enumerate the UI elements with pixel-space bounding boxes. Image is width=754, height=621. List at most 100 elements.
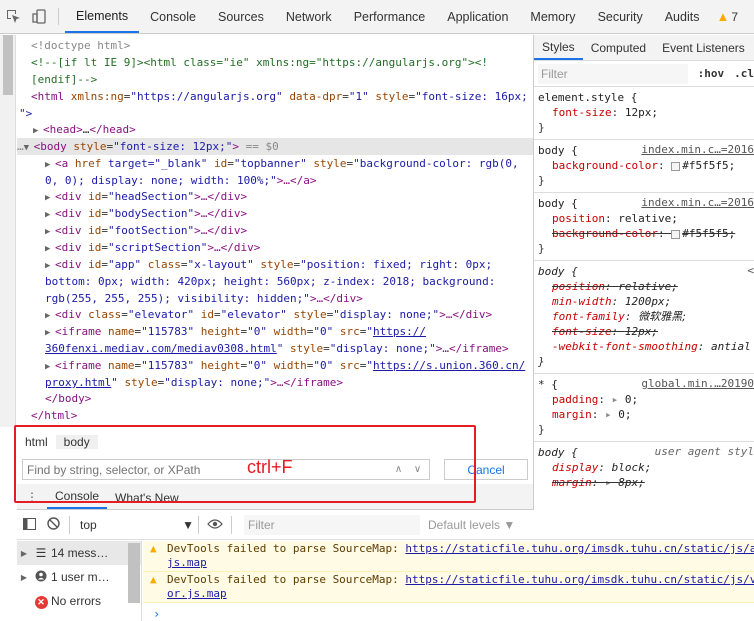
device-toolbar-icon[interactable] [26,0,52,33]
src-link[interactable]: https:// [373,325,426,338]
dom-line-footsection[interactable]: ▶ <div id="footSection">…</div> [45,222,533,239]
console-warning-message[interactable]: ▲ DevTools failed to parse SourceMap: ht… [143,541,754,572]
rule-source-link[interactable]: index.min.c…=2016 [641,196,754,209]
dom-line-head[interactable]: ▶ <head>…</head> [33,121,533,138]
tab-sources[interactable]: Sources [207,0,275,33]
src-link[interactable]: proxy.html [45,376,111,389]
sidebar-toggle-icon[interactable] [17,517,41,533]
message-link[interactable]: js.map [167,556,207,569]
console-warning-message[interactable]: ▲ DevTools failed to parse SourceMap: ht… [143,572,754,603]
breadcrumb-body[interactable]: body [55,435,98,449]
dom-line-body-selected[interactable]: …▼ <body style="font-size: 12px;"> == $0 [17,138,533,155]
sidebar-item-messages[interactable]: ▶ ☰ 14 mess… [17,541,141,565]
tab-memory[interactable]: Memory [519,0,586,33]
tab-network[interactable]: Network [275,0,343,33]
cancel-button[interactable]: Cancel [444,459,528,480]
dom-line-html[interactable]: <html xmlns:ng="https://angularjs.org" d… [31,88,533,105]
log-levels-dropdown[interactable]: Default levels ▼ [428,518,515,532]
rule-source-link[interactable]: index.min.c…=2016 [641,143,754,156]
expand-arrow-icon[interactable]: ▶ [17,573,31,582]
sidebar-item-errors[interactable]: ✕ No errors [17,589,141,613]
dom-line-app-cont1[interactable]: bottom: 0px; width: 420px; height: 560px… [45,273,533,290]
console-filter-input[interactable]: Filter [244,515,420,535]
declaration[interactable]: margin: ▸ 0; [538,407,754,422]
find-input[interactable] [22,459,430,480]
declaration[interactable]: font-family: 微软雅黑; [538,309,754,324]
dom-line-scriptsection[interactable]: ▶ <div id="scriptSection">…</div> [45,239,533,256]
drawer-menu-icon[interactable]: ⋮ [17,490,47,509]
dom-line-comment-end[interactable]: [endif]--> [31,71,533,88]
styles-filter-input[interactable]: Filter [538,63,688,84]
color-swatch[interactable] [671,229,681,239]
declaration-overridden[interactable]: position: relative; [538,279,754,294]
declaration: display: block; [552,461,652,474]
dom-line-headsection[interactable]: ▶ <div id="headSection">…</div> [45,188,533,205]
tab-computed[interactable]: Computed [583,35,654,60]
more-dots-icon[interactable]: … [17,140,24,153]
hov-toggle[interactable]: :hov [698,67,725,80]
tab-elements[interactable]: Elements [65,0,140,33]
message-link[interactable]: or.js.map [167,587,227,600]
console-prompt[interactable]: › [143,607,754,621]
dom-line-iframe2[interactable]: ▶ <iframe name="115783" height="0" width=… [45,357,533,374]
dom-line-bodysection[interactable]: ▶ <div id="bodySection">…</div> [45,205,533,222]
dom-line-body-close[interactable]: </body> [45,390,533,407]
collapse-arrow-icon[interactable]: ▼ [24,140,34,157]
find-next-icon[interactable]: ∨ [414,464,421,475]
dom-line-doctype[interactable]: <!doctype html> [31,37,533,54]
drawer-tab-console[interactable]: Console [47,489,108,509]
expand-arrow-icon[interactable]: ▸ [612,393,619,406]
context-selector[interactable]: top ▼ [74,518,194,532]
declaration[interactable]: font-size: 12px; [538,105,754,120]
drawer-tab-whats-new[interactable]: What's New [107,491,187,509]
message-link[interactable]: https://staticfile.tuhu.org/imsdk.tuhu.c… [405,542,754,555]
dom-line-html-close[interactable]: </html> [31,407,533,424]
tab-styles[interactable]: Styles [534,35,583,60]
declaration[interactable]: position: relative; [538,211,754,226]
tab-application[interactable]: Application [436,0,519,33]
declaration[interactable]: min-width: 1200px; [538,294,754,309]
dom-line-app-cont2[interactable]: rgb(255, 255, 255); visibility: hidden;"… [45,290,533,307]
warnings-indicator[interactable]: ▲ 7 [710,0,738,33]
dom-line-elevator[interactable]: ▶ <div class="elevator" id="elevator" sty… [45,306,533,323]
dom-line-html-end[interactable]: "> [19,105,533,122]
dom-line-iframe1-cont[interactable]: 360fenxi.mediav.com/mediav0308.html" sty… [45,340,533,357]
declaration-overridden[interactable]: background-color: #f5f5f5; [538,226,754,241]
dom-scrollbar-thumb[interactable] [3,35,13,95]
tab-console[interactable]: Console [139,0,207,33]
inspect-element-icon[interactable] [0,0,26,33]
declaration[interactable]: -webkit-font-smoothing: antial [538,339,754,354]
declaration[interactable]: background-color: #f5f5f5; [538,158,754,173]
cls-toggle[interactable]: .cl [734,67,754,80]
dom-scrollbar[interactable] [0,35,16,427]
src-link[interactable]: https://s.union.360.cn/ [373,359,525,372]
message-link[interactable]: https://staticfile.tuhu.org/imsdk.tuhu.c… [405,573,754,586]
src-link[interactable]: 360fenxi.mediav.com/mediav0308.html [45,342,277,355]
tab-audits[interactable]: Audits [654,0,711,33]
expand-arrow-icon[interactable]: ▸ [605,476,612,489]
dom-line-a[interactable]: ▶ <a href target="_blank" id="topbanner" … [45,155,533,172]
sidebar-item-user-messages[interactable]: ▶ 1 user m… [17,565,141,589]
expand-arrow-icon[interactable]: ▶ [17,549,31,558]
tab-event-listeners[interactable]: Event Listeners [654,35,753,60]
dom-line-iframe1[interactable]: ▶ <iframe name="115783" height="0" width=… [45,323,533,340]
breadcrumb-html[interactable]: html [17,435,56,449]
find-prev-icon[interactable]: ∧ [395,464,402,475]
dom-line-app[interactable]: ▶ <div id="app" class="x-layout" style="p… [45,256,533,273]
rule-source-link[interactable]: global.min.…20190 [641,377,754,390]
dom-line-a-cont[interactable]: 0, 0); display: none; width: 100%;">…</a… [45,172,533,189]
dom-line-iframe2-cont[interactable]: proxy.html" style="display: none;">…</if… [45,374,533,391]
clear-console-icon[interactable] [41,517,65,533]
tab-performance[interactable]: Performance [343,0,437,33]
dom-line-comment[interactable]: <!--[if lt IE 9]><html class="ie" xmlns:… [31,54,533,71]
declaration-overridden[interactable]: font-size: 12px; [538,324,754,339]
live-expression-eye-icon[interactable] [203,518,227,532]
rule-source-link[interactable]: < [747,264,754,277]
expand-arrow-icon[interactable]: ▸ [605,408,612,421]
style-rule-body-1: body { index.min.c…=2016 background-colo… [534,140,754,193]
declaration[interactable]: padding: ▸ 0; [538,392,754,407]
color-swatch[interactable] [671,161,681,171]
sidebar-scrollbar-thumb[interactable] [128,543,140,603]
tab-security[interactable]: Security [587,0,654,33]
attr-value: "font-size: 16px; [415,90,528,103]
